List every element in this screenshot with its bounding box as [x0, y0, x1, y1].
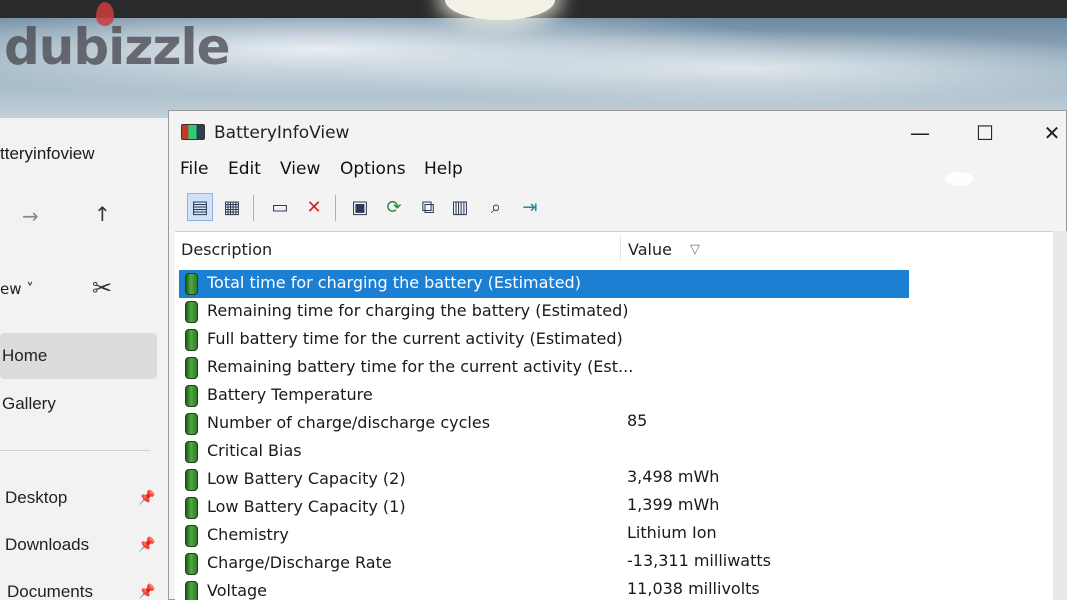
row-description: Low Battery Capacity (2) — [207, 469, 406, 488]
menu-options[interactable]: Options — [340, 159, 406, 179]
delete-icon[interactable]: ✕ — [301, 193, 327, 221]
row-description: Remaining battery time for the current a… — [207, 357, 634, 376]
battery-icon — [185, 385, 198, 407]
battery-icon — [185, 329, 198, 351]
battery-icon — [185, 581, 198, 600]
file-explorer-window: tteryinfoview → ↑ ew ˅ ✂ Home Gallery De… — [0, 118, 175, 600]
row-description: Low Battery Capacity (1) — [207, 497, 406, 516]
vertical-scrollbar[interactable] — [1053, 231, 1067, 600]
row-value: -13,311 milliwatts — [627, 551, 771, 570]
table-row[interactable]: Low Battery Capacity (1) 1,399 mWh — [179, 494, 909, 522]
row-value: 85 — [627, 411, 648, 430]
table-row[interactable]: Full battery time for the current activi… — [179, 326, 909, 354]
toolbar: ▤ ▦ ▭ ✕ ▣ ⟳ ⧉ ▥ ⌕ ⇥ — [175, 191, 1065, 225]
arrow-right-icon[interactable]: → — [22, 204, 39, 228]
maximize-button[interactable]: ☐ — [970, 121, 1000, 145]
find-icon[interactable]: ⌕ — [483, 193, 509, 221]
row-description: Charge/Discharge Rate — [207, 553, 392, 572]
battery-icon — [185, 553, 198, 575]
batteryinfoview-window: BatteryInfoView — ☐ ✕ File Edit View Opt… — [168, 110, 1067, 600]
row-value: Lithium Ion — [627, 523, 717, 542]
close-button[interactable]: ✕ — [1037, 121, 1067, 145]
battery-icon — [185, 357, 198, 379]
battery-icon — [185, 469, 198, 491]
menu-help[interactable]: Help — [424, 159, 463, 179]
refresh-icon[interactable]: ⟳ — [381, 193, 407, 221]
report-icon[interactable]: ▦ — [219, 193, 245, 221]
menu-edit[interactable]: Edit — [228, 159, 261, 179]
battery-icon — [185, 525, 198, 547]
row-description: Number of charge/discharge cycles — [207, 413, 491, 432]
exit-icon[interactable]: ⇥ — [517, 193, 543, 221]
table-row[interactable]: Charge/Discharge Rate -13,311 milliwatts — [179, 550, 909, 578]
nav-item-gallery[interactable]: Gallery — [2, 394, 56, 414]
screen-glare — [945, 172, 973, 186]
table-row[interactable]: Number of charge/discharge cycles 85 — [179, 410, 909, 438]
window-icon[interactable]: ▭ — [267, 193, 293, 221]
table-row[interactable]: Voltage 11,038 millivolts — [179, 578, 909, 600]
table-row[interactable]: Chemistry Lithium Ion — [179, 522, 909, 550]
row-description: Chemistry — [207, 525, 289, 544]
battery-icon — [185, 413, 198, 435]
row-value: 3,498 mWh — [627, 467, 720, 486]
battery-icon — [185, 301, 198, 323]
table-row[interactable]: Remaining battery time for the current a… — [179, 354, 909, 382]
table-row[interactable]: Total time for charging the battery (Est… — [179, 270, 909, 298]
toolbar-separator — [335, 195, 336, 221]
view-button[interactable]: ew ˅ — [0, 280, 34, 298]
menu-file[interactable]: File — [180, 159, 208, 179]
battery-icon — [185, 497, 198, 519]
html-report-icon[interactable]: ▥ — [447, 193, 473, 221]
nav-divider — [0, 450, 150, 451]
title-bar[interactable]: BatteryInfoView — ☐ ✕ — [169, 111, 1067, 155]
minimize-button[interactable]: — — [905, 121, 935, 145]
row-description: Total time for charging the battery (Est… — [207, 273, 581, 292]
battery-info-list[interactable]: Description Value ▽ Total time for charg… — [175, 231, 1067, 600]
row-description: Battery Temperature — [207, 385, 373, 404]
pin-icon: 📌 — [138, 537, 156, 553]
menu-view[interactable]: View — [280, 159, 320, 179]
sort-icon: ▽ — [690, 242, 700, 257]
nav-item-documents[interactable]: Documents — [7, 582, 93, 600]
toolbar-separator — [253, 195, 254, 221]
column-separator — [620, 236, 621, 260]
pin-icon: 📌 — [138, 490, 156, 506]
menu-bar: File Edit View Options Help — [169, 159, 1067, 187]
column-header-description[interactable]: Description — [181, 240, 272, 259]
nav-item-downloads[interactable]: Downloads — [5, 535, 89, 555]
battery-app-icon — [181, 124, 205, 140]
row-description: Voltage — [207, 581, 268, 600]
window-title: BatteryInfoView — [214, 123, 350, 143]
scissors-icon[interactable]: ✂ — [92, 274, 112, 302]
explorer-title: tteryinfoview — [0, 144, 95, 163]
row-value: 1,399 mWh — [627, 495, 720, 514]
row-description: Remaining time for charging the battery … — [207, 301, 629, 320]
table-row[interactable]: Low Battery Capacity (2) 3,498 mWh — [179, 466, 909, 494]
arrow-up-icon[interactable]: ↑ — [94, 202, 111, 226]
pin-icon: 📌 — [138, 584, 156, 600]
table-row[interactable]: Remaining time for charging the battery … — [179, 298, 909, 326]
table-row[interactable]: Critical Bias — [179, 438, 909, 466]
nav-item-home[interactable]: Home — [2, 346, 47, 366]
copy-icon[interactable]: ⧉ — [415, 193, 441, 221]
row-description: Critical Bias — [207, 441, 302, 460]
row-description: Full battery time for the current activi… — [207, 329, 623, 348]
properties-icon[interactable]: ▤ — [187, 193, 213, 221]
table-row[interactable]: Battery Temperature — [179, 382, 909, 410]
battery-icon — [185, 273, 198, 295]
nav-item-desktop[interactable]: Desktop — [5, 488, 67, 508]
battery-icon — [185, 441, 198, 463]
row-value: 11,038 millivolts — [627, 579, 760, 598]
watermark-logo: dubizzle — [4, 18, 231, 76]
save-icon[interactable]: ▣ — [347, 193, 373, 221]
column-header-value[interactable]: Value — [628, 240, 672, 259]
